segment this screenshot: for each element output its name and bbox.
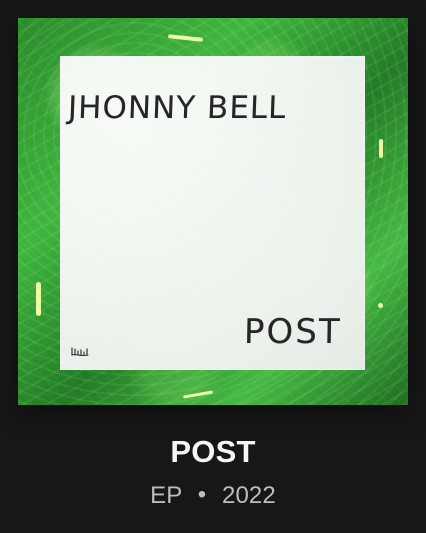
signature-mark-icon xyxy=(71,345,91,359)
cover-glint xyxy=(182,390,214,399)
cover-artist-text: JHONNY BELL xyxy=(67,90,288,126)
cover-glint xyxy=(36,282,41,316)
release-type: EP xyxy=(150,482,182,509)
cover-release-text: POST xyxy=(243,312,342,352)
meta-separator-icon: • xyxy=(197,481,207,508)
release-year: 2022 xyxy=(222,482,276,509)
album-title: POST xyxy=(170,434,256,469)
album-meta: EP • 2022 xyxy=(0,481,426,510)
cover-glint xyxy=(378,303,383,308)
album-page: JHONNY BELL POST POST EP • 2022 xyxy=(0,0,426,533)
album-cover[interactable]: JHONNY BELL POST xyxy=(18,18,408,405)
cover-glint xyxy=(379,139,383,158)
cover-glint xyxy=(167,34,204,42)
